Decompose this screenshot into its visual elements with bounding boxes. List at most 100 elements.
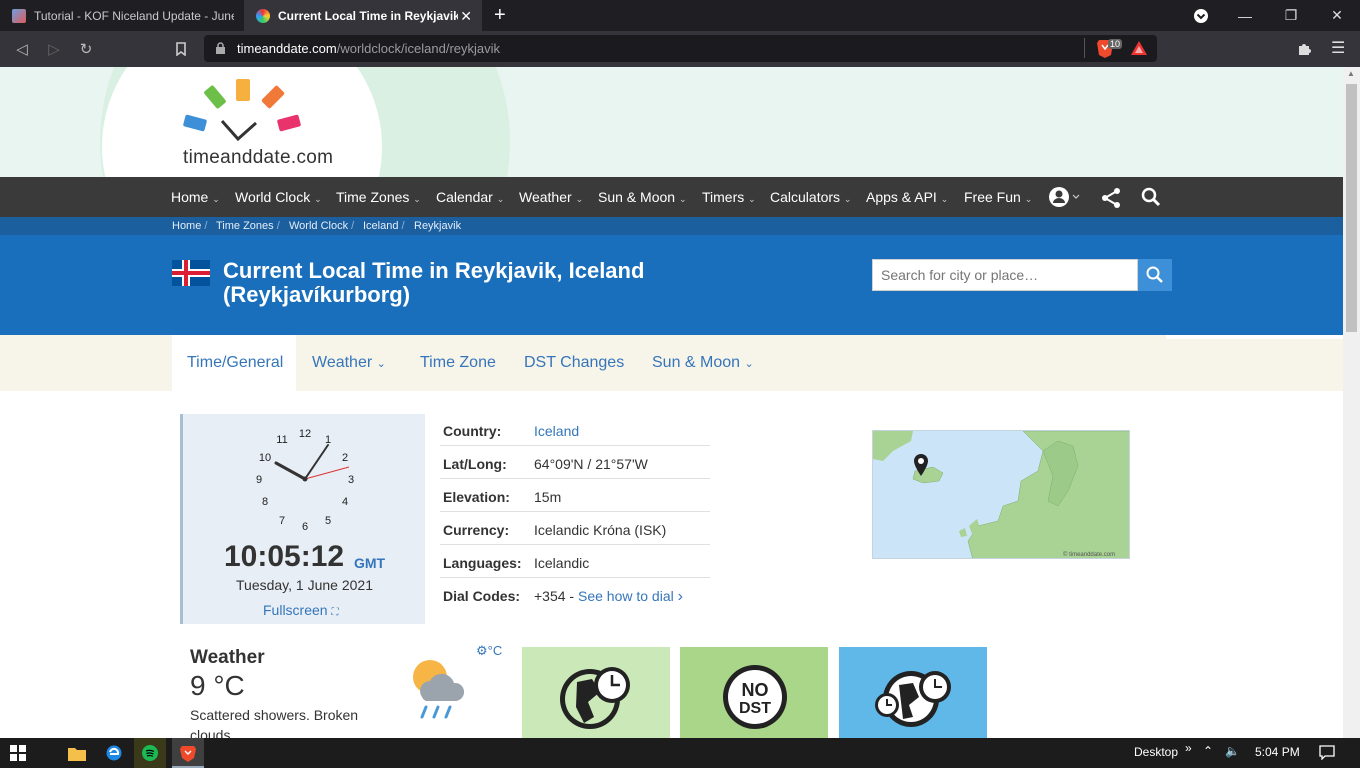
tab-sun-moon[interactable]: Sun & Moon ⌄	[652, 354, 754, 372]
breadcrumb-reykjavik[interactable]: Reykjavik	[414, 220, 461, 232]
nav-item-apps-api[interactable]: Apps & API ⌄	[866, 189, 948, 205]
menu-icon[interactable]: ☰	[1331, 38, 1345, 58]
search-button[interactable]	[1138, 259, 1172, 291]
nav-item-free-fun[interactable]: Free Fun ⌄	[964, 189, 1032, 205]
info-value: +354 - See how to dial ›	[534, 588, 683, 605]
nav-item-timers[interactable]: Timers ⌄	[702, 189, 756, 205]
clock-numeral-9: 9	[256, 474, 262, 486]
scrollbar-thumb[interactable]	[1346, 84, 1357, 332]
weather-temperature: 9 °C	[190, 670, 245, 701]
browser-tab-active[interactable]: Current Local Time in Reykjavik, Ic ✕	[244, 0, 482, 31]
tab-weather[interactable]: Weather ⌄	[312, 354, 386, 372]
scroll-up-icon[interactable]: ▲	[1347, 69, 1355, 78]
clock-numeral-7: 7	[279, 515, 285, 527]
world-clock-tile[interactable]	[522, 647, 670, 738]
weather-title: Weather	[190, 647, 265, 668]
time-zone-tile[interactable]	[839, 647, 987, 738]
info-label: Dial Codes:	[443, 588, 521, 604]
subnav-edge	[1166, 335, 1343, 339]
nav-item-home[interactable]: Home ⌄	[171, 189, 220, 205]
tab-title: Tutorial - KOF Niceland Update - June	[34, 8, 234, 23]
new-tab-button[interactable]: +	[494, 4, 506, 27]
info-value: 64°09'N / 21°57'W	[534, 456, 648, 472]
chevron-right-icon: ›	[677, 588, 683, 605]
tab-favicon-icon	[12, 8, 26, 23]
logo-text: timeanddate.com	[183, 147, 334, 168]
url-text: timeanddate.com/worldclock/iceland/reykj…	[237, 41, 501, 56]
fullscreen-link[interactable]: Fullscreen ⛶	[263, 602, 338, 618]
chevron-icon[interactable]: »	[1185, 741, 1192, 755]
search-input[interactable]	[872, 259, 1138, 291]
search-icon[interactable]	[1141, 187, 1161, 212]
page-title: Current Local Time in Reykjavik, Iceland…	[223, 258, 645, 307]
web-page: timeanddate.com Home ⌄ World Clock ⌄ Tim…	[0, 67, 1343, 738]
info-label: Languages:	[443, 555, 522, 571]
clock-numeral-11: 11	[276, 434, 287, 446]
location-map[interactable]: © timeanddate.com	[872, 430, 1130, 559]
globe-clocks-icon	[875, 671, 951, 727]
restore-button[interactable]: ❐	[1268, 0, 1314, 31]
country-link[interactable]: Iceland	[534, 423, 579, 439]
browser-tab[interactable]: Tutorial - KOF Niceland Update - June	[0, 0, 240, 31]
notifications-icon[interactable]	[1319, 745, 1335, 765]
clock-numeral-2: 2	[342, 452, 348, 464]
temperature-unit-toggle[interactable]: ⚙°C	[476, 643, 502, 659]
reload-icon[interactable]: ↻	[75, 38, 97, 60]
tab-title: Current Local Time in Reykjavik, Ic	[278, 8, 458, 23]
dial-link[interactable]: See how to dial	[578, 588, 674, 604]
taskbar-clock[interactable]: 5:04 PM	[1255, 745, 1300, 759]
iceland-flag-icon	[172, 260, 210, 291]
account-icon[interactable]	[1049, 186, 1081, 213]
tab-favicon-icon	[256, 8, 270, 23]
tray-overflow-icon[interactable]: ⌃	[1203, 744, 1213, 758]
breadcrumb-time-zones[interactable]: Time Zones /	[216, 220, 280, 232]
edge-browser-icon[interactable]	[106, 745, 122, 766]
extensions-icon[interactable]	[1297, 40, 1313, 61]
bookmark-icon[interactable]	[170, 38, 192, 60]
tab-menu-icon[interactable]	[1178, 0, 1224, 31]
tab-dst-changes[interactable]: DST Changes	[524, 354, 624, 372]
desktop-toolbar-label[interactable]: Desktop	[1134, 745, 1178, 759]
clock-numeral-5: 5	[325, 515, 331, 527]
spotify-icon	[142, 745, 158, 766]
url-divider	[1084, 38, 1085, 58]
no-dst-line1: NO	[742, 680, 769, 700]
clock-numeral-12: 12	[299, 428, 311, 440]
info-value: Icelandic	[534, 555, 590, 571]
windows-start-icon[interactable]	[10, 745, 26, 766]
nav-item-weather[interactable]: Weather ⌄	[519, 189, 583, 205]
no-dst-tile[interactable]: NO DST	[680, 647, 828, 738]
minimize-button[interactable]: —	[1222, 0, 1268, 31]
breadcrumb-world-clock[interactable]: World Clock /	[289, 220, 354, 232]
tab-time-zone[interactable]: Time Zone	[420, 354, 496, 372]
nav-item-calendar[interactable]: Calendar ⌄	[436, 189, 504, 205]
nav-item-time-zones[interactable]: Time Zones ⌄	[336, 189, 421, 205]
tab-close-icon[interactable]: ✕	[460, 8, 472, 25]
nav-item-sun-moon[interactable]: Sun & Moon ⌄	[598, 189, 687, 205]
back-icon[interactable]: ◁	[11, 38, 33, 60]
nav-item-calculators[interactable]: Calculators ⌄	[770, 189, 851, 205]
breadcrumb-iceland[interactable]: Iceland /	[363, 220, 405, 232]
clock-numeral-8: 8	[262, 496, 268, 508]
lock-icon	[215, 42, 226, 60]
info-label: Currency:	[443, 522, 510, 538]
brave-rewards-icon[interactable]	[1130, 40, 1148, 61]
fullscreen-icon: ⛶	[331, 607, 339, 618]
info-value: Icelandic Króna (ISK)	[534, 522, 667, 538]
clock-numeral-10: 10	[259, 452, 271, 464]
clock-numeral-3: 3	[348, 474, 354, 486]
info-label: Elevation:	[443, 489, 510, 505]
weather-description: Scattered showers. Broken clouds.	[190, 707, 359, 738]
map-credit: © timeanddate.com	[1063, 551, 1115, 558]
nav-item-world-clock[interactable]: World Clock ⌄	[235, 189, 322, 205]
tab-time-general[interactable]: Time/General	[187, 354, 283, 372]
breadcrumb-home[interactable]: Home /	[172, 220, 207, 232]
forward-icon[interactable]: ▷	[43, 38, 65, 60]
brave-icon	[180, 745, 196, 767]
site-logo[interactable]	[180, 79, 310, 152]
volume-icon[interactable]: 🔈	[1225, 744, 1240, 758]
file-explorer-icon[interactable]	[68, 746, 86, 766]
close-window-button[interactable]: ✕	[1314, 0, 1360, 31]
timezone-label: GMT	[354, 555, 386, 571]
share-icon[interactable]	[1100, 187, 1122, 214]
